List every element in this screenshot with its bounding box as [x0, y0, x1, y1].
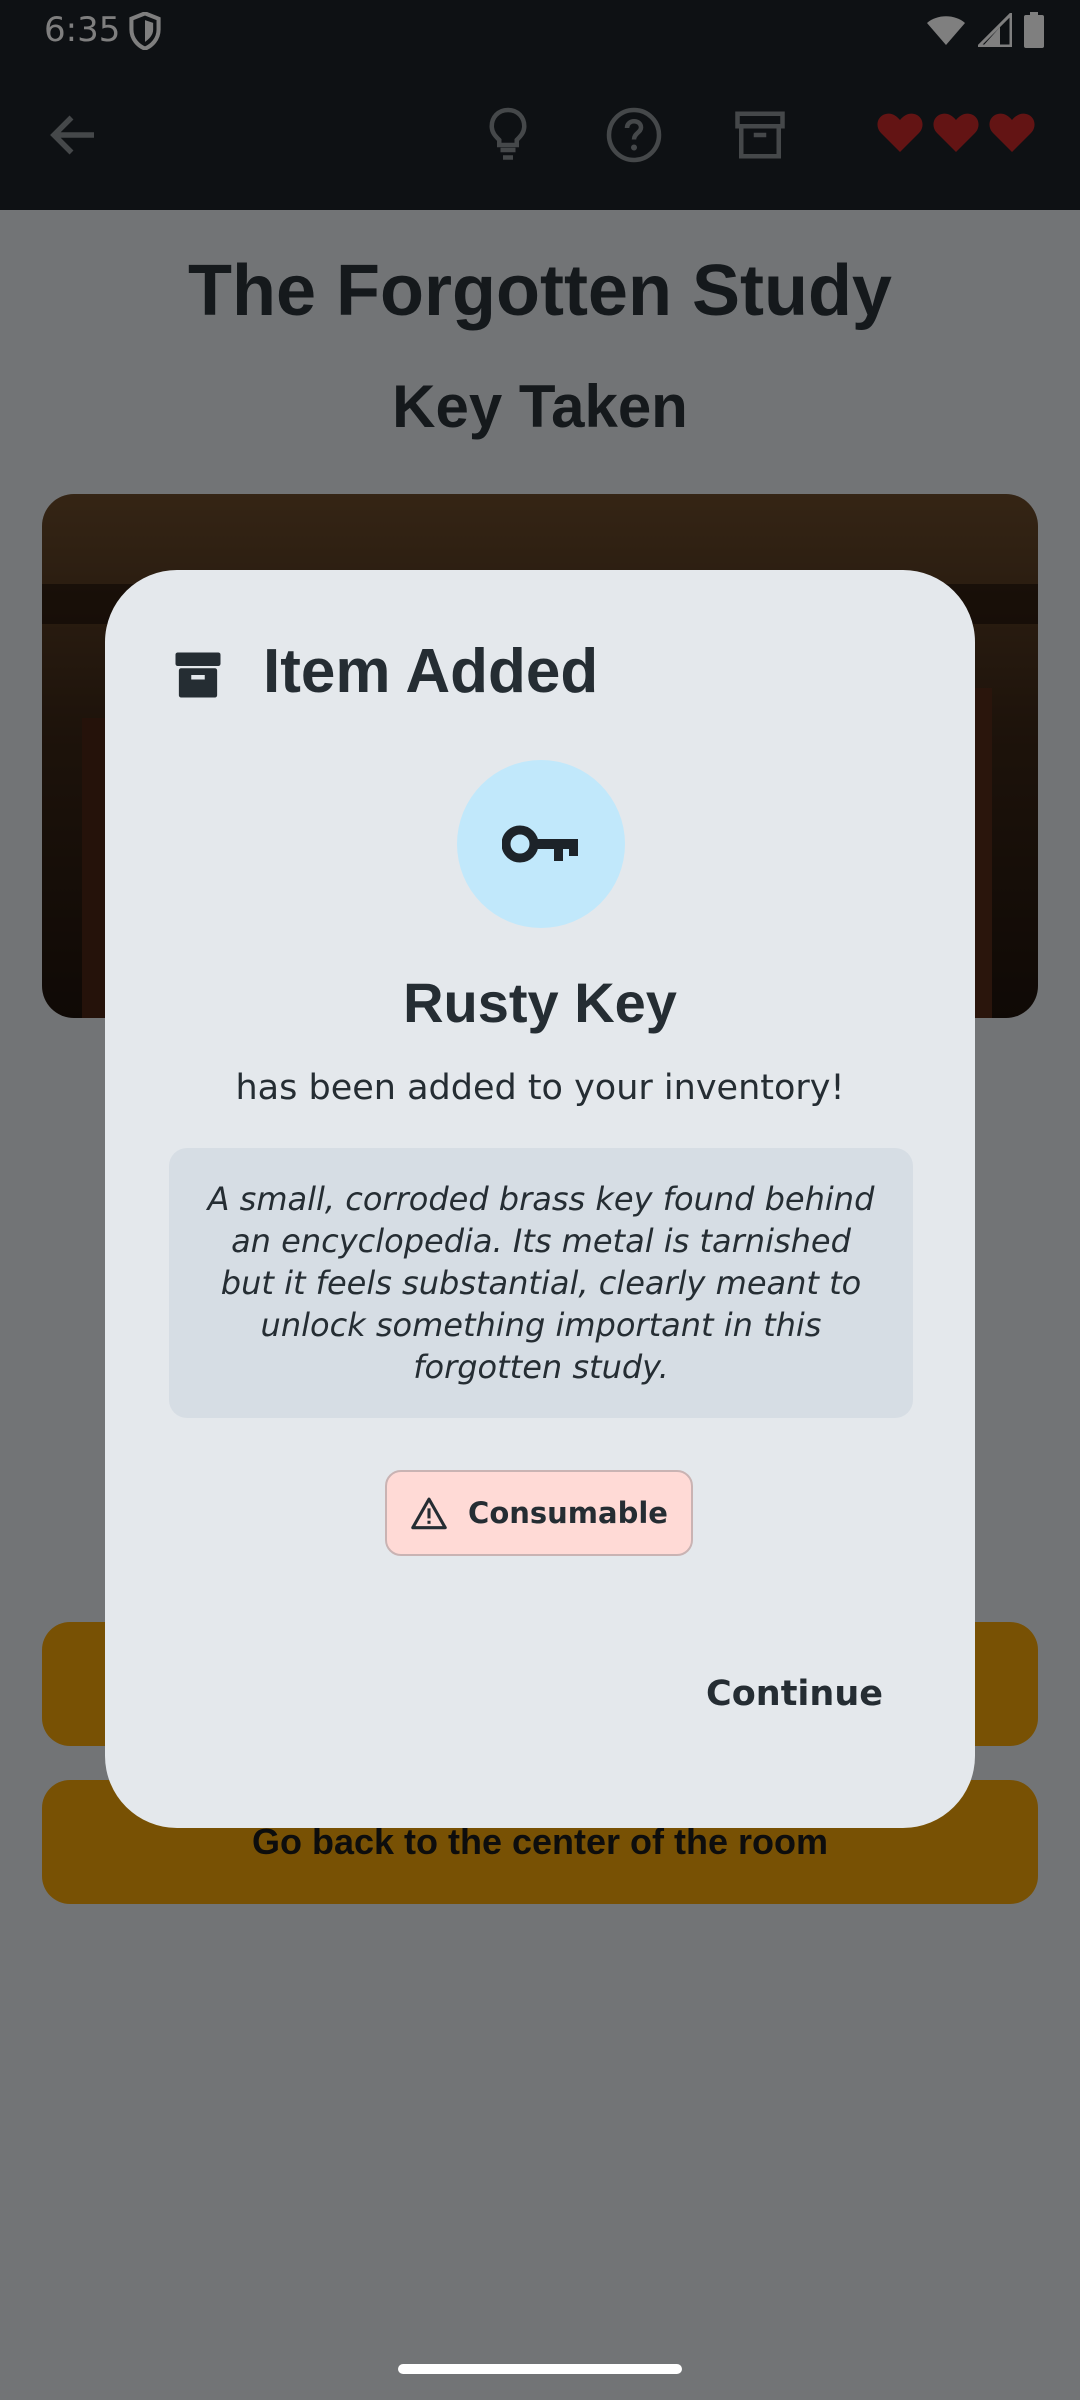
badge-label: Consumable — [468, 1496, 668, 1530]
home-indicator[interactable] — [398, 2364, 682, 2374]
inventory-icon — [175, 652, 221, 698]
key-icon — [502, 825, 578, 863]
item-description: A small, corroded brass key found behind… — [207, 1180, 875, 1386]
warning-icon — [411, 1497, 447, 1530]
continue-button[interactable]: Continue — [706, 1674, 883, 1714]
dialog-title: Item Added — [263, 637, 599, 706]
item-added-dialog: Item Added Rusty Key has been added to y… — [105, 570, 975, 1828]
item-icon-circle — [457, 760, 625, 928]
consumable-badge: Consumable — [385, 1470, 693, 1556]
item-description-box: A small, corroded brass key found behind… — [169, 1148, 913, 1418]
item-added-message: has been added to your inventory! — [235, 1068, 845, 1108]
item-name: Rusty Key — [403, 971, 677, 1034]
